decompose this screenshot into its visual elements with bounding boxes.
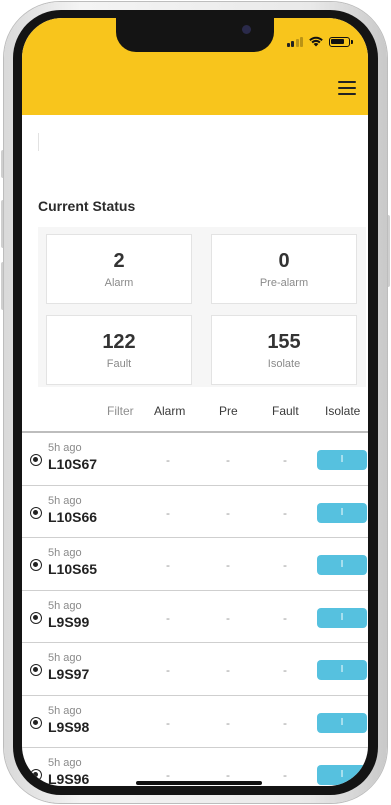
camera-icon [242, 25, 251, 34]
radio-selected-icon[interactable] [30, 664, 42, 676]
card-label: Alarm [104, 277, 134, 289]
pre-value: - [226, 768, 230, 782]
row-time: 5h ago [48, 652, 82, 664]
pre-alarm-card[interactable]: 0 Pre-alarm [211, 234, 357, 304]
row-time: 5h ago [48, 704, 82, 717]
row-time: 5h ago [48, 757, 82, 769]
isolate-column-header[interactable]: Isolate [325, 404, 360, 418]
content-divider [38, 133, 39, 151]
app-header [22, 18, 368, 115]
fault-value: - [283, 610, 287, 625]
filter-column-header[interactable]: Filter [107, 404, 134, 418]
table-row[interactable]: 5h ago L10S67 - - - I [22, 433, 368, 486]
row-code: L10S65 [48, 561, 98, 577]
card-value: 122 [102, 331, 136, 353]
pre-value: - [226, 505, 230, 520]
wifi-icon [309, 36, 323, 47]
table-row[interactable]: 5h ago L10S65 - - - I [22, 538, 368, 591]
table-row[interactable]: 5h ago L10S66 - - - I [22, 486, 368, 538]
fault-value: - [283, 505, 287, 520]
notch [116, 18, 274, 52]
card-value: 155 [267, 331, 301, 353]
alarm-value: - [166, 558, 170, 572]
table-header: Filter Alarm Pre Fault Isolate [22, 396, 368, 432]
card-label: Pre-alarm [259, 277, 309, 289]
pre-value: - [226, 663, 230, 677]
row-code: L9S99 [48, 613, 90, 630]
hamburger-menu-icon[interactable] [338, 81, 356, 95]
table-row[interactable]: 5h ago L9S98 - - - I [22, 696, 368, 748]
row-code: L10S66 [48, 508, 98, 525]
alarm-value: - [166, 663, 170, 677]
pre-value: - [226, 715, 230, 730]
row-time: 5h ago [48, 547, 82, 559]
alarm-column-header[interactable]: Alarm [154, 404, 185, 418]
pre-value: - [226, 558, 230, 572]
radio-selected-icon[interactable] [30, 454, 42, 466]
fault-value: - [283, 453, 287, 467]
card-value: 2 [113, 250, 125, 272]
alarm-value: - [166, 768, 170, 782]
isolate-button[interactable]: I [317, 765, 367, 785]
status-cards: 2 Alarm 0 Pre-alarm 122 Fault 155 Isolat… [38, 227, 366, 387]
battery-icon [329, 37, 353, 47]
isolate-button[interactable]: I [317, 555, 367, 575]
isolate-card[interactable]: 155 Isolate [211, 315, 357, 385]
row-code: L9S97 [48, 666, 90, 682]
signal-icon [286, 37, 303, 47]
fault-value: - [283, 663, 287, 677]
radio-selected-icon[interactable] [30, 506, 42, 519]
device-list: 5h ago L10S67 - - - I 5h ago L10S66 - - … [22, 433, 368, 786]
pre-value: - [226, 453, 230, 467]
radio-selected-icon[interactable] [30, 716, 42, 729]
isolate-button[interactable]: I [317, 712, 367, 733]
row-time: 5h ago [48, 599, 82, 612]
alarm-card[interactable]: 2 Alarm [46, 234, 192, 304]
row-code: L9S96 [48, 771, 90, 786]
alarm-value: - [166, 715, 170, 730]
phone-frame: Current Status 2 Alarm 0 Pre-alarm 122 F… [0, 0, 391, 805]
section-title: Current Status [38, 198, 136, 214]
status-icons [286, 36, 353, 47]
row-code: L9S98 [48, 718, 90, 735]
alarm-value: - [166, 610, 170, 625]
isolate-button[interactable]: I [317, 660, 367, 680]
fault-card[interactable]: 122 Fault [46, 315, 192, 385]
alarm-value: - [166, 453, 170, 467]
row-time: 5h ago [48, 442, 82, 454]
row-time: 5h ago [48, 494, 82, 507]
isolate-button[interactable]: I [317, 450, 367, 470]
table-row[interactable]: 5h ago L9S99 - - - I [22, 591, 368, 643]
fault-value: - [283, 558, 287, 572]
home-indicator[interactable] [136, 781, 262, 785]
isolate-button[interactable]: I [317, 607, 367, 628]
fault-value: - [283, 768, 287, 782]
pre-column-header[interactable]: Pre [219, 404, 238, 418]
radio-selected-icon[interactable] [30, 559, 42, 571]
card-label: Fault [106, 358, 132, 370]
fault-column-header[interactable]: Fault [272, 404, 299, 418]
row-code: L10S67 [48, 456, 98, 472]
table-row[interactable]: 5h ago L9S97 - - - I [22, 643, 368, 696]
radio-selected-icon[interactable] [30, 769, 42, 781]
app-screen: Current Status 2 Alarm 0 Pre-alarm 122 F… [22, 18, 368, 786]
card-value: 0 [278, 250, 290, 272]
radio-selected-icon[interactable] [30, 611, 42, 624]
fault-value: - [283, 715, 287, 730]
pre-value: - [226, 610, 230, 625]
alarm-value: - [166, 505, 170, 520]
card-label: Isolate [267, 358, 301, 370]
isolate-button[interactable]: I [317, 502, 367, 523]
